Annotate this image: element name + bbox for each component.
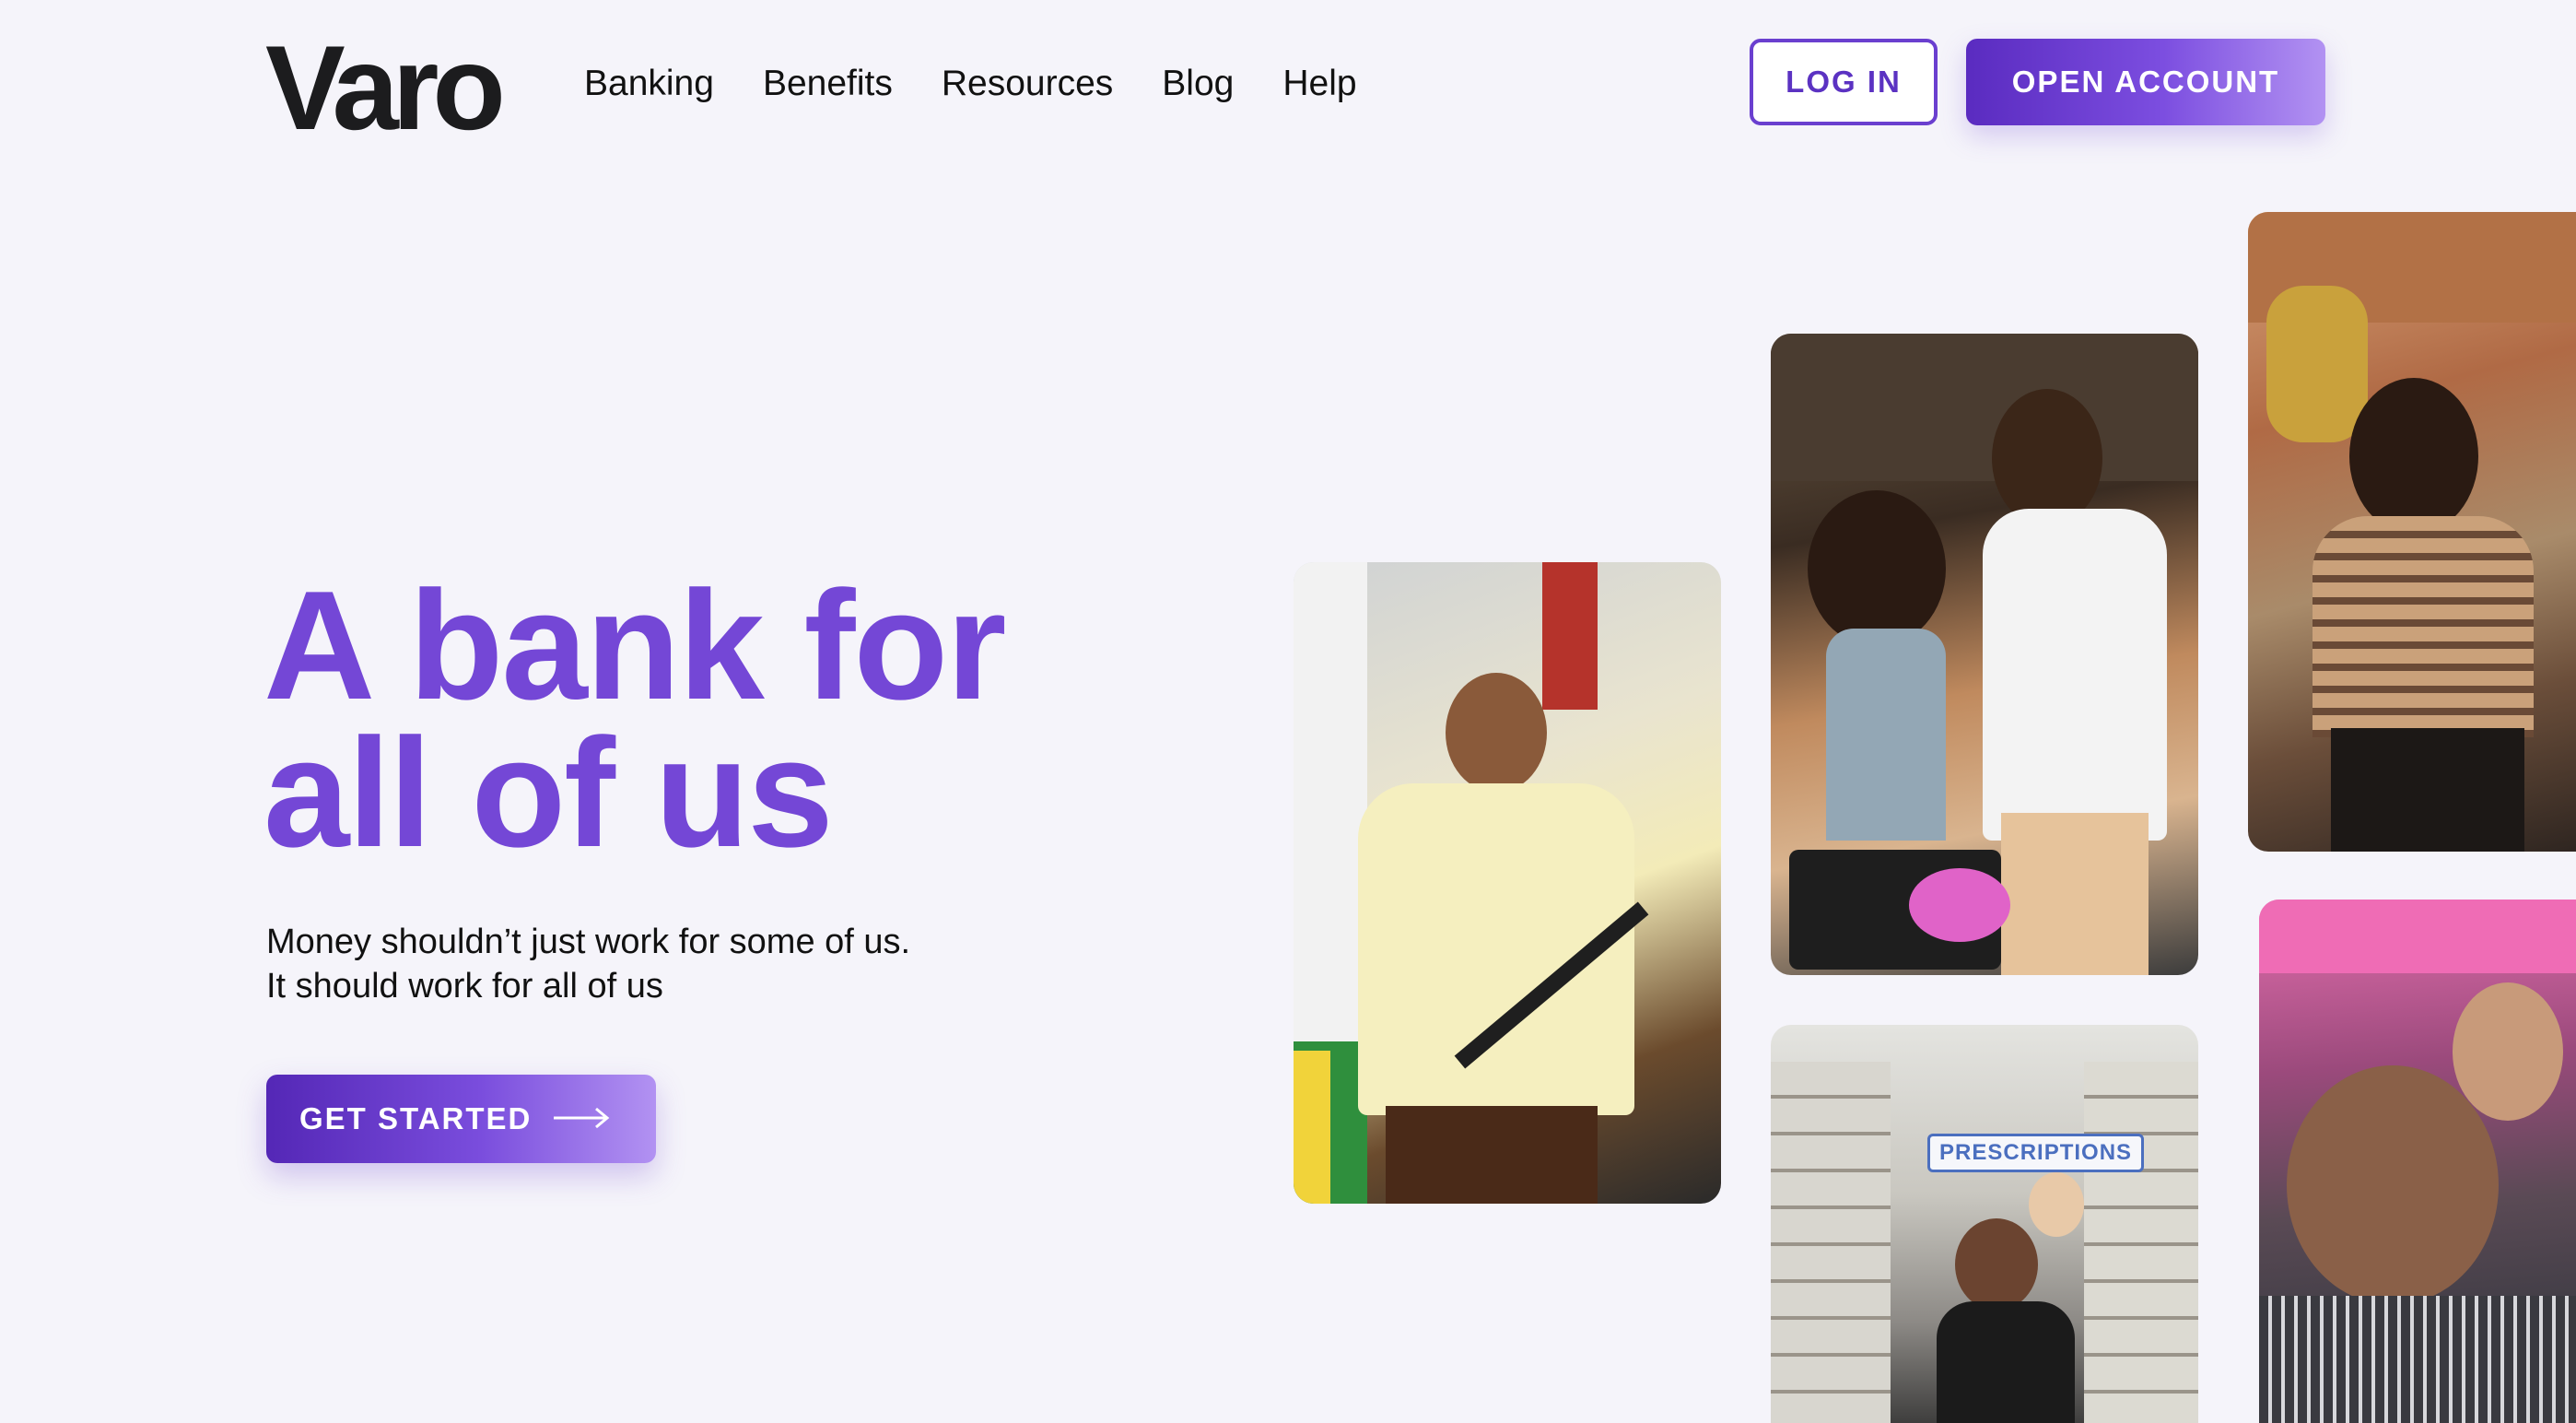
hero-subtitle-line-1: Money shouldn’t just work for some of us… xyxy=(266,923,911,961)
varo-logo[interactable]: Varo xyxy=(265,28,506,147)
pharmacy-sign: PRESCRIPTIONS xyxy=(1927,1134,2145,1172)
hero-subtitle: Money shouldn’t just work for some of us… xyxy=(266,920,1095,1008)
photo-barbershop xyxy=(2259,900,2576,1423)
nav-item-resources[interactable]: Resources xyxy=(942,59,1113,109)
arrow-right-icon xyxy=(552,1101,611,1136)
photo-gas-station xyxy=(1294,562,1721,1204)
nav-item-banking[interactable]: Banking xyxy=(584,59,714,109)
hero-subtitle-line-2: It should work for all of us xyxy=(266,967,663,1006)
nav-item-benefits[interactable]: Benefits xyxy=(763,59,893,109)
open-account-button[interactable]: OPEN ACCOUNT xyxy=(1966,39,2325,125)
hero-title-line-2: all of us xyxy=(263,706,834,879)
nav-item-help[interactable]: Help xyxy=(1282,59,1356,109)
login-button[interactable]: LOG IN xyxy=(1750,39,1938,125)
hero-title: A bank for all of us xyxy=(263,568,1277,870)
nav-item-blog[interactable]: Blog xyxy=(1162,59,1234,109)
photo-market-couple xyxy=(1771,334,2198,975)
get-started-button[interactable]: GET STARTED xyxy=(266,1075,656,1163)
get-started-label: GET STARTED xyxy=(299,1101,533,1135)
photo-pharmacy-family: PRESCRIPTIONS xyxy=(1771,1025,2198,1423)
main-nav: Banking Benefits Resources Blog Help xyxy=(584,59,1357,109)
photo-bakery-woman xyxy=(2248,212,2576,852)
